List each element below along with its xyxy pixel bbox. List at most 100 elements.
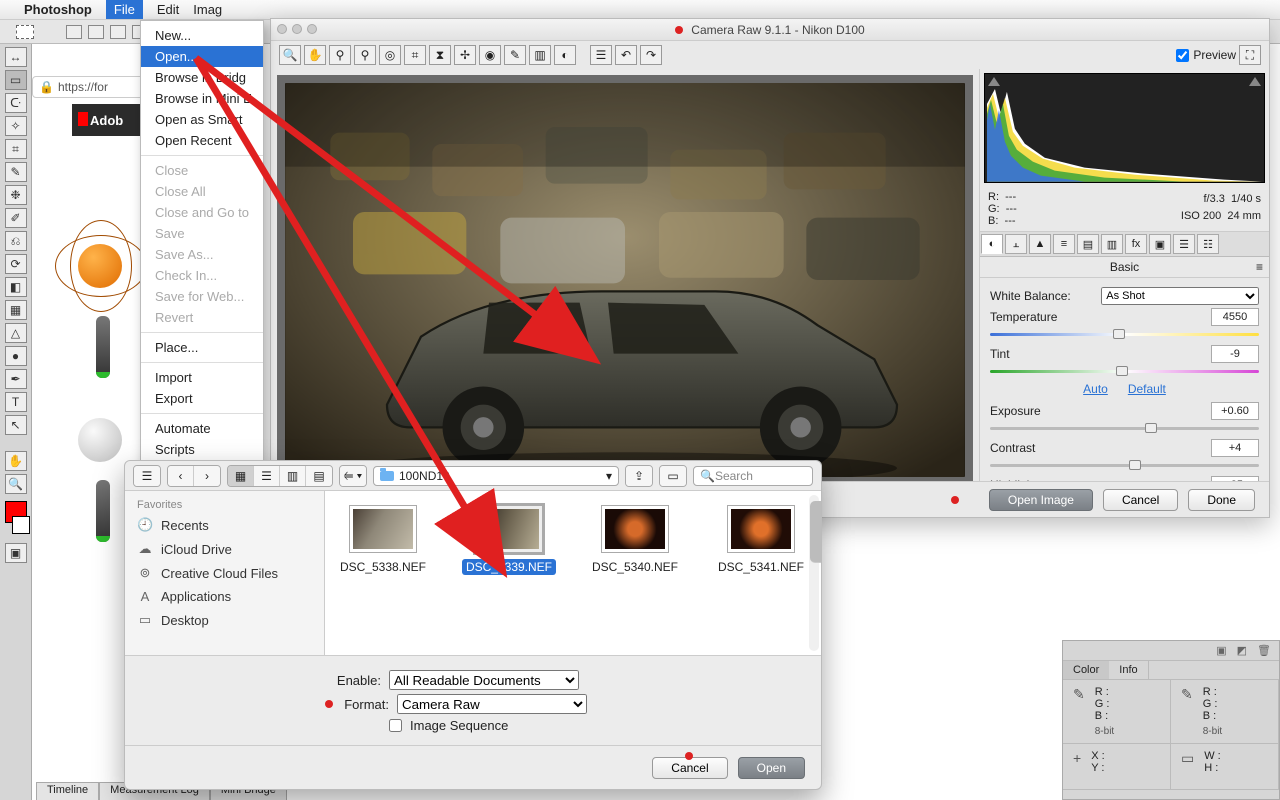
menu-item[interactable]: Open...	[141, 46, 263, 67]
tab-info[interactable]: Info	[1109, 661, 1148, 679]
file-item[interactable]: DSC_5340.NEF	[585, 505, 685, 575]
layer-icon[interactable]: ▣	[1216, 644, 1226, 657]
menu-image[interactable]: Imag	[193, 2, 222, 17]
tab-fx[interactable]: fx	[1125, 234, 1147, 254]
menu-item[interactable]: Browse in Bridg	[141, 67, 263, 88]
menu-item[interactable]: Save	[141, 223, 263, 244]
sidebar-item[interactable]: ⊚Creative Cloud Files	[125, 561, 324, 585]
menu-item[interactable]: Place...	[141, 337, 263, 358]
format-select[interactable]: Camera Raw	[397, 694, 587, 714]
traffic-lights[interactable]	[277, 24, 317, 34]
tab-detail[interactable]: ▲	[1029, 234, 1051, 254]
open-image-button[interactable]: Open Image	[989, 489, 1093, 511]
rotate-cw-icon[interactable]: ↷	[640, 45, 662, 65]
menu-item[interactable]: Close All	[141, 181, 263, 202]
menu-item[interactable]: New...	[141, 25, 263, 46]
redeye-icon[interactable]: ◉	[479, 45, 501, 65]
sidebar-toggle[interactable]: ☰	[134, 466, 160, 486]
exposure-slider[interactable]	[990, 423, 1259, 433]
background-color[interactable]	[12, 516, 30, 534]
tab-lens[interactable]: ▥	[1101, 234, 1123, 254]
tab-presets[interactable]: ☰	[1173, 234, 1195, 254]
wand-tool[interactable]: ✧	[5, 116, 27, 136]
brush-tool[interactable]: ✐	[5, 208, 27, 228]
contrast-slider[interactable]	[990, 460, 1259, 470]
open-button[interactable]: Open	[738, 757, 805, 779]
file-browser[interactable]: DSC_5338.NEF DSC_5339.NEF DSC_5340.NEF DSC_…	[325, 491, 821, 655]
hand-tool[interactable]: ✋	[5, 451, 27, 471]
icon-view[interactable]: ▦	[228, 466, 254, 486]
search-field[interactable]: 🔍 Search	[693, 466, 813, 486]
target-adjust-icon[interactable]: ◎	[379, 45, 401, 65]
history-tool[interactable]: ⟳	[5, 254, 27, 274]
histogram[interactable]	[984, 73, 1265, 183]
menu-item[interactable]: Scripts	[141, 439, 263, 460]
menu-item[interactable]: Export	[141, 388, 263, 409]
fullscreen-icon[interactable]: ⛶	[1239, 45, 1261, 65]
scrollbar[interactable]	[809, 495, 819, 651]
back-button[interactable]: ‹	[168, 466, 194, 486]
list-view[interactable]: ☰	[254, 466, 280, 486]
default-link[interactable]: Default	[1128, 382, 1166, 396]
sidebar-item[interactable]: ☁︎iCloud Drive	[125, 537, 324, 561]
eyedropper-tool[interactable]: ✎	[5, 162, 27, 182]
camera-icon[interactable]: ◩	[1237, 644, 1247, 657]
hand-tool-icon[interactable]: ✋	[304, 45, 326, 65]
tab-basic[interactable]: ◐	[981, 234, 1003, 254]
gradient-tool[interactable]: ▦	[5, 300, 27, 320]
tab-timeline[interactable]: Timeline	[36, 782, 99, 800]
cancel-button[interactable]: Cancel	[1103, 489, 1178, 511]
rotate-ccw-icon[interactable]: ↶	[615, 45, 637, 65]
move-tool[interactable]: ↔	[5, 47, 27, 67]
heal-tool[interactable]: ❉	[5, 185, 27, 205]
enable-select[interactable]: All Readable Documents	[389, 670, 579, 690]
menu-item[interactable]: Import	[141, 367, 263, 388]
lasso-tool[interactable]: ᑢ	[5, 93, 27, 113]
file-item[interactable]: DSC_5341.NEF	[711, 505, 811, 575]
panel-menu-icon[interactable]: ≡	[1256, 260, 1263, 274]
window-titlebar[interactable]: Camera Raw 9.1.1 - Nikon D100	[271, 19, 1269, 41]
zoom-tool[interactable]: 🔍	[5, 474, 27, 494]
path-tool[interactable]: ↖	[5, 415, 27, 435]
file-item[interactable]: DSC_5339.NEF	[459, 505, 559, 575]
screen-mode[interactable]: ▣	[5, 543, 27, 563]
image-preview[interactable]: − + 17.8% ▾ DSC_5221.NEF	[277, 75, 973, 511]
gradient-icon[interactable]: ▥	[529, 45, 551, 65]
spot-icon[interactable]: ✢	[454, 45, 476, 65]
menu-item[interactable]: Automate	[141, 418, 263, 439]
file-item[interactable]: DSC_5338.NEF	[333, 505, 433, 575]
menu-item[interactable]: Save for Web...	[141, 286, 263, 307]
menu-item[interactable]: Open Recent	[141, 130, 263, 151]
wb-tool-icon[interactable]: ⚲	[329, 45, 351, 65]
preview-checkbox[interactable]: Preview	[1176, 48, 1236, 62]
stamp-tool[interactable]: ⎌	[5, 231, 27, 251]
sidebar-item[interactable]: AApplications	[125, 585, 324, 608]
tab-split[interactable]: ▤	[1077, 234, 1099, 254]
tab-snapshots[interactable]: ☷	[1197, 234, 1219, 254]
marquee-tool[interactable]: ▭	[5, 70, 27, 90]
tint-slider[interactable]	[990, 366, 1259, 376]
tab-curve[interactable]: ⫠	[1005, 234, 1027, 254]
prefs-icon[interactable]: ☰	[590, 45, 612, 65]
gallery-view[interactable]: ▤	[306, 466, 332, 486]
done-button[interactable]: Done	[1188, 489, 1255, 511]
menu-item[interactable]: Open as Smart	[141, 109, 263, 130]
forward-button[interactable]: ›	[194, 466, 220, 486]
menu-item[interactable]: Close	[141, 160, 263, 181]
straighten-icon[interactable]: ⧗	[429, 45, 451, 65]
wb-select[interactable]: As Shot	[1101, 287, 1259, 305]
opt-btn[interactable]	[110, 25, 126, 39]
column-view[interactable]: ▥	[280, 466, 306, 486]
tab-camera[interactable]: ▣	[1149, 234, 1171, 254]
menu-item[interactable]: Close and Go to	[141, 202, 263, 223]
radial-icon[interactable]: ◐	[554, 45, 576, 65]
crop-tool[interactable]: ⌗	[5, 139, 27, 159]
adjust-brush-icon[interactable]: ✎	[504, 45, 526, 65]
menu-item[interactable]: Revert	[141, 307, 263, 328]
tab-color[interactable]: Color	[1063, 661, 1109, 679]
menu-item[interactable]: Browse in Mini E	[141, 88, 263, 109]
auto-link[interactable]: Auto	[1083, 382, 1108, 396]
temperature-slider[interactable]	[990, 329, 1259, 339]
opt-btn[interactable]	[88, 25, 104, 39]
folder-path[interactable]: 100ND10 ▾	[373, 466, 619, 486]
